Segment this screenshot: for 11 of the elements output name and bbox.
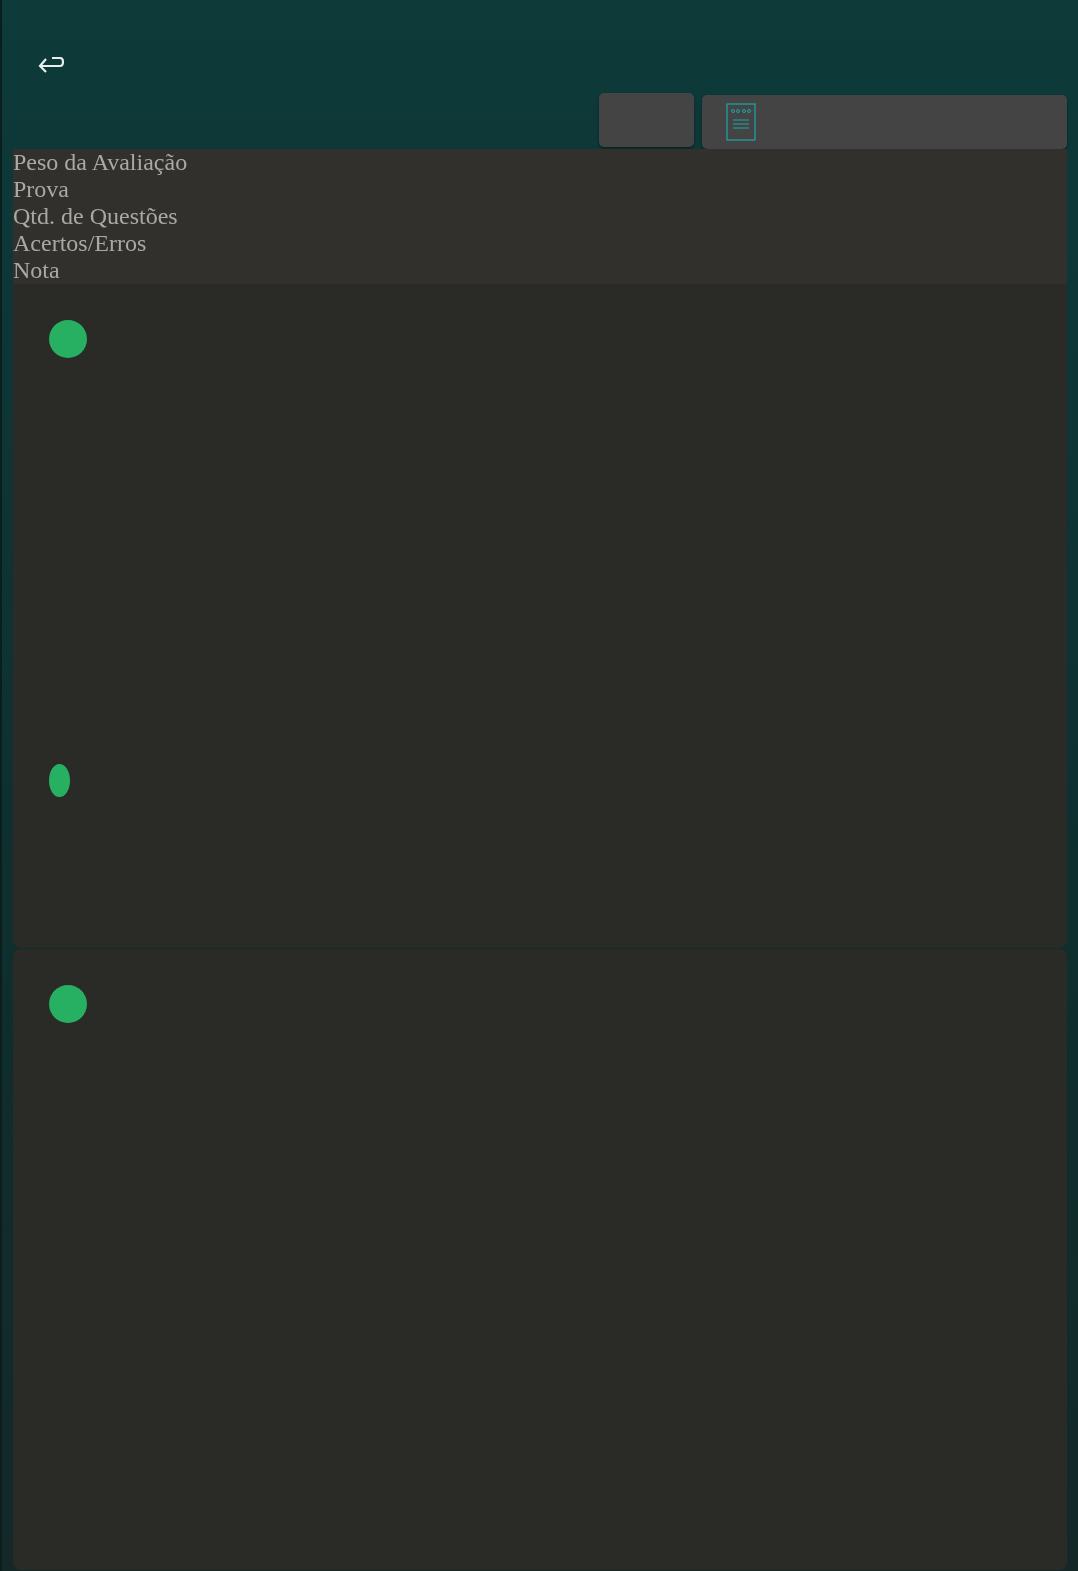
- document-icon: [726, 103, 756, 141]
- toolbar-button[interactable]: [599, 93, 694, 147]
- column-header: Prova: [13, 176, 70, 203]
- column-header: Nota: [13, 257, 61, 284]
- column-header: Peso da Avaliação: [13, 149, 189, 176]
- status-dot: [49, 985, 87, 1023]
- column-header: Acertos/Erros: [13, 230, 148, 257]
- status-dot: [49, 764, 70, 797]
- toolbar-button[interactable]: [702, 95, 1067, 149]
- status-dot: [49, 320, 87, 358]
- column-header: Qtd. de Questões: [13, 203, 179, 230]
